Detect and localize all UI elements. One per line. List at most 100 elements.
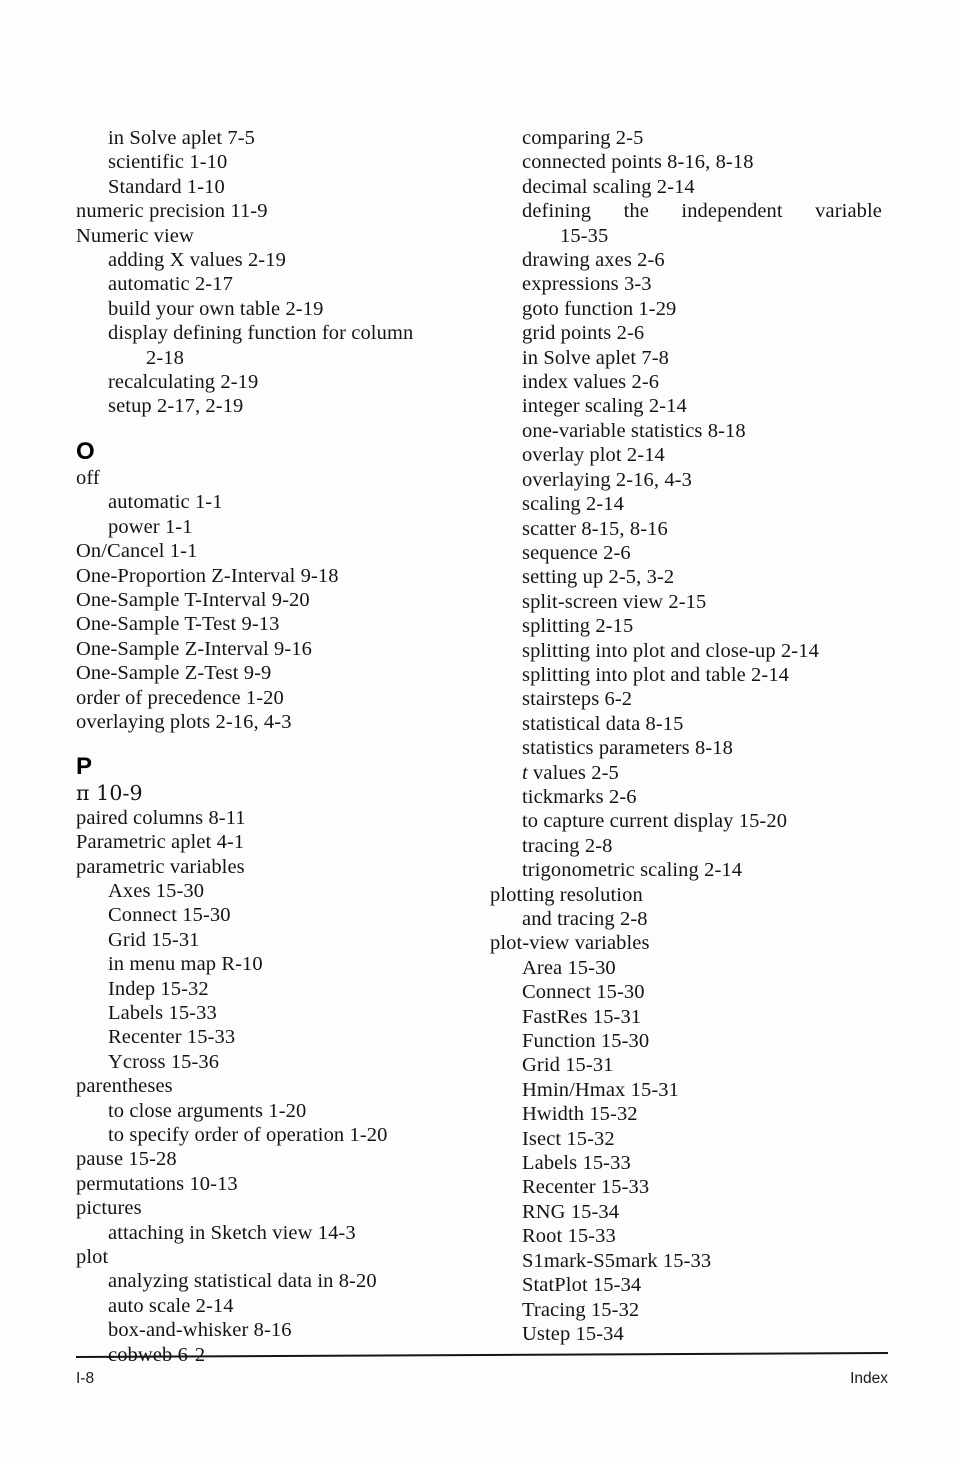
index-subentry: goto function 1-29 xyxy=(522,297,677,320)
index-subentry: index values 2-6 xyxy=(522,371,660,394)
index-subentry: splitting into plot and table 2-14 xyxy=(522,663,790,686)
index-subentry: tracing 2-8 xyxy=(522,834,613,857)
index-subentry: setup 2-17, 2-19 xyxy=(108,395,244,418)
index-subentry: defining the independent variable xyxy=(522,200,882,223)
index-subentry: Connect 15-30 xyxy=(522,981,645,1004)
index-subentry: Area 15-30 xyxy=(522,956,616,979)
index-entry: paired columns 8-11 xyxy=(76,806,246,829)
italic-term: t xyxy=(522,761,528,784)
index-entry: π 10-9 xyxy=(76,781,143,806)
index-entry: One-Sample Z-Interval 9-16 xyxy=(76,637,312,660)
index-subentry: build your own table 2-19 xyxy=(108,297,324,320)
index-entry: pause 15-28 xyxy=(76,1148,177,1171)
index-subentry: Function 15-30 xyxy=(522,1030,650,1053)
index-subentry: attaching in Sketch view 14-3 xyxy=(108,1221,356,1244)
index-subentry: Indep 15-32 xyxy=(108,977,209,1000)
index-subentry: auto scale 2-14 xyxy=(108,1294,234,1317)
index-subentry: and tracing 2-8 xyxy=(522,908,648,930)
index-subentry: overlay plot 2-14 xyxy=(522,444,665,467)
index-entry: Numeric view xyxy=(76,224,194,247)
index-subentry: expressions 3-3 xyxy=(522,273,652,296)
index-entry: pictures xyxy=(76,1197,142,1220)
index-subentry: splitting 2-15 xyxy=(522,615,634,638)
page-footer: I-8 Index xyxy=(75,1352,888,1402)
index-subentry: Standard 1-10 xyxy=(108,175,225,198)
index-subentry: Hwidth 15-32 xyxy=(522,1103,638,1126)
index-subentry: Tracing 15-32 xyxy=(522,1298,640,1321)
index-subentry: stairsteps 6-2 xyxy=(522,688,633,711)
index-subentry: 15-35 xyxy=(560,224,609,247)
index-subentry: Ustep 15-34 xyxy=(522,1322,624,1345)
index-subentry: power 1-1 xyxy=(108,515,193,538)
index-subentry: box-and-whisker 8-16 xyxy=(108,1319,292,1342)
index-subentry: comparing 2-5 xyxy=(522,127,644,149)
index-subentry: Connect 15-30 xyxy=(108,904,231,927)
index-subentry: split-screen view 2-15 xyxy=(522,590,707,613)
index-subentry: tickmarks 2-6 xyxy=(522,785,637,808)
index-entry: One-Proportion Z-Interval 9-18 xyxy=(76,564,339,587)
index-subentry: Hmin/Hmax 15-31 xyxy=(522,1078,679,1101)
index-subentry: Root 15-33 xyxy=(522,1225,616,1248)
index-subentry: setting up 2-5, 3-2 xyxy=(522,566,675,589)
index-entry: parametric variables xyxy=(76,855,245,878)
index-subentry: connected points 8-16, 8-18 xyxy=(522,151,754,174)
index-entry: One-Sample T-Test 9-13 xyxy=(76,613,280,636)
index-subentry: scaling 2-14 xyxy=(522,493,624,516)
index-subentry: grid points 2-6 xyxy=(522,322,645,345)
index-subentry: drawing axes 2-6 xyxy=(522,249,665,272)
index-subentry: FastRes 15-31 xyxy=(522,1005,642,1028)
index-subentry: analyzing statistical data in 8-20 xyxy=(108,1270,377,1293)
index-subentry: 2-18 xyxy=(146,346,184,369)
index-subentry: Recenter 15-33 xyxy=(108,1026,236,1049)
index-subentry: automatic 2-17 xyxy=(108,273,233,296)
index-subentry: overlaying 2-16, 4-3 xyxy=(522,468,692,491)
index-subentry: Labels 15-33 xyxy=(108,1002,217,1024)
index-subentry: t values 2-5 xyxy=(522,761,619,784)
index-entry: One-Sample Z-Test 9-9 xyxy=(76,662,272,685)
index-subentry: scatter 8-15, 8-16 xyxy=(522,517,668,540)
index-entry: off xyxy=(76,466,100,489)
index-subentry: splitting into plot and close-up 2-14 xyxy=(522,639,819,662)
index-entry: numeric precision 11-9 xyxy=(76,200,268,223)
section-letter-heading: O xyxy=(76,437,95,465)
index-subentry: adding X values 2-19 xyxy=(108,249,286,272)
index-subentry: Grid 15-31 xyxy=(108,928,200,951)
index-subentry: Axes 15-30 xyxy=(108,879,205,902)
index-entry: plotting resolution xyxy=(490,883,643,906)
index-subentry: Ycross 15-36 xyxy=(108,1050,220,1073)
index-entry: permutations 10-13 xyxy=(76,1172,238,1195)
index-subentry: statistics parameters 8-18 xyxy=(522,737,733,760)
index-entry: order of precedence 1-20 xyxy=(76,686,284,709)
index-subentry: Grid 15-31 xyxy=(522,1054,614,1077)
footer-section-label: Index xyxy=(850,1370,888,1387)
index-subentry: Recenter 15-33 xyxy=(522,1176,650,1199)
index-entry: overlaying plots 2-16, 4-3 xyxy=(76,710,292,733)
index-entry: parentheses xyxy=(76,1075,173,1098)
index-subentry: automatic 1-1 xyxy=(108,491,223,514)
index-entry: One-Sample T-Interval 9-20 xyxy=(76,588,310,611)
section-letter-heading: P xyxy=(76,753,93,781)
index-subentry: in Solve aplet 7-5 xyxy=(108,127,255,149)
index-subentry: Isect 15-32 xyxy=(522,1127,615,1150)
index-subentry: statistical data 8-15 xyxy=(522,712,684,735)
index-subentry: scientific 1-10 xyxy=(108,151,228,174)
index-entry: plot-view variables xyxy=(490,932,650,955)
index-entry: On/Cancel 1-1 xyxy=(76,540,198,563)
index-subentry: RNG 15-34 xyxy=(522,1200,620,1223)
footer-page-number: I-8 xyxy=(76,1370,95,1387)
index-subentry: to capture current display 15-20 xyxy=(522,810,788,833)
index-subentry: decimal scaling 2-14 xyxy=(522,175,695,198)
index-subentry: to close arguments 1-20 xyxy=(108,1099,307,1122)
index-column-right: comparing 2-5 connected points 8-16, 8-18… xyxy=(490,126,890,1346)
index-subentry: in menu map R-10 xyxy=(108,953,263,976)
index-subentry: in Solve aplet 7-8 xyxy=(522,346,669,369)
index-entry: Parametric aplet 4-1 xyxy=(76,831,245,854)
index-subentry: display defining function for column xyxy=(108,322,414,345)
index-subentry: S1mark-S5mark 15-33 xyxy=(522,1249,712,1272)
index-subentry: StatPlot 15-34 xyxy=(522,1274,642,1297)
index-subentry: integer scaling 2-14 xyxy=(522,395,687,418)
index-subentry: recalculating 2-19 xyxy=(108,371,259,394)
index-subentry: sequence 2-6 xyxy=(522,541,631,564)
index-page: in Solve aplet 7-5 scientific 1-10 Standar… xyxy=(0,0,954,1464)
index-subentry: to specify order of operation 1-20 xyxy=(108,1124,388,1147)
